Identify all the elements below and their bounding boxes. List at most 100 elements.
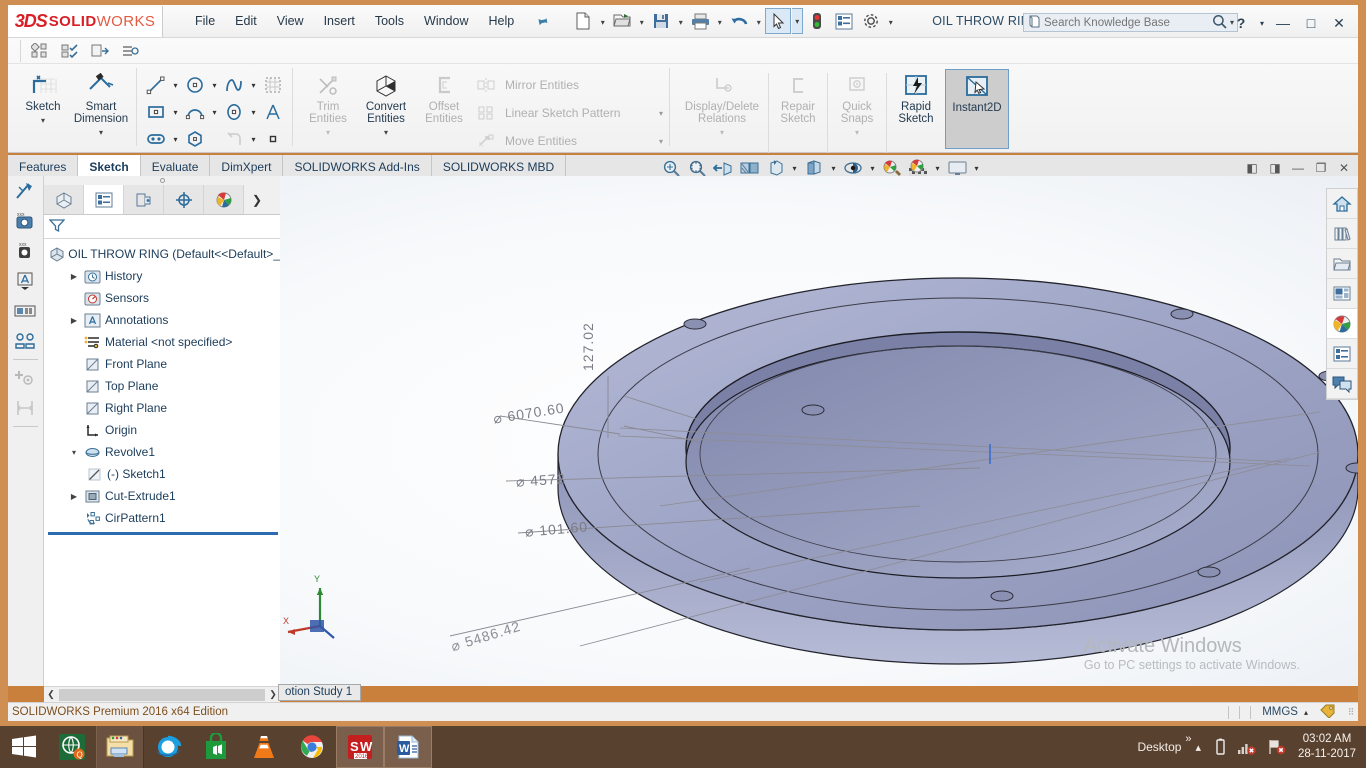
tab-evaluate[interactable]: Evaluate	[141, 155, 211, 176]
offset-entities-button[interactable]: Offset Entities	[415, 69, 473, 125]
file-properties-button[interactable]	[831, 8, 857, 34]
tab-sketch[interactable]: Sketch	[78, 155, 140, 176]
slot-icon[interactable]	[143, 127, 169, 151]
arc-dropdown[interactable]: ▾	[208, 100, 221, 124]
minimize-button[interactable]: —	[1270, 11, 1296, 35]
polygon-icon[interactable]	[182, 127, 208, 151]
rollback-bar[interactable]	[48, 532, 278, 535]
ellipse-icon[interactable]	[221, 100, 247, 124]
menu-file[interactable]: File	[185, 8, 225, 34]
previous-view-icon[interactable]	[710, 158, 736, 178]
options-button[interactable]	[858, 8, 884, 34]
cut-extrude1-expander[interactable]: ▶	[66, 492, 82, 501]
display-delete-relations-dropdown[interactable]: ▾	[720, 128, 724, 137]
smart-dimension-button[interactable]: Smart Dimension ▾	[72, 69, 130, 137]
tab-dimxpert[interactable]: DimXpert	[210, 155, 283, 176]
tree-item-material[interactable]: Material <not specified>	[48, 331, 280, 353]
apply-scene-icon[interactable]	[905, 158, 931, 178]
sketch-check-tool-icon[interactable]	[57, 40, 83, 62]
zoom-to-fit-icon[interactable]	[658, 158, 684, 178]
home-icon[interactable]	[1327, 189, 1357, 219]
restore-doc-icon[interactable]: ❐	[1311, 158, 1331, 178]
quran-app-icon[interactable]: Q	[48, 726, 96, 768]
convert-entities-dropdown[interactable]: ▾	[384, 128, 388, 137]
select-caret[interactable]: ▾	[792, 8, 803, 34]
menu-window[interactable]: Window	[414, 8, 478, 34]
measure-icon[interactable]: xxx	[8, 206, 42, 236]
tree-item-top-plane[interactable]: Top Plane	[48, 375, 280, 397]
view-settings-icon[interactable]	[944, 158, 970, 178]
rapid-sketch-button[interactable]: Rapid Sketch	[887, 69, 945, 125]
menu-help[interactable]: Help	[479, 8, 525, 34]
view-orientation-caret[interactable]: ▾	[788, 158, 801, 178]
apply-scene-caret[interactable]: ▾	[931, 158, 944, 178]
graphics-viewport[interactable]: X Y ⌀ 6070.60 127.02 ⌀ 4572 ⌀ 101.60 ⌀ 5…	[280, 176, 1358, 686]
tree-item-cut-extrude1[interactable]: ▶ Cut-Extrude1	[48, 485, 280, 507]
maximize-button[interactable]: □	[1298, 11, 1324, 35]
line-icon[interactable]	[143, 73, 169, 97]
rectangle-icon[interactable]	[143, 100, 169, 124]
display-style-icon[interactable]	[801, 158, 827, 178]
feature-tree-hscrollbar[interactable]: ❮ ❯	[44, 686, 280, 702]
circle-icon[interactable]	[182, 73, 208, 97]
scroll-thumb[interactable]	[59, 689, 265, 701]
circle-dropdown[interactable]: ▾	[208, 73, 221, 97]
linear-sketch-pattern-item[interactable]: Linear Sketch Pattern ▾	[473, 99, 663, 127]
dimxpert-manager-tab[interactable]	[164, 185, 204, 214]
appearances-scenes-icon[interactable]	[1327, 309, 1357, 339]
move-entities-dropdown[interactable]: ▾	[645, 137, 663, 146]
panel-handle[interactable]	[44, 176, 280, 185]
trim-entities-button[interactable]: Trim Entities ▾	[299, 69, 357, 137]
dimxpert-icon[interactable]	[8, 393, 42, 423]
sketch-export-tool-icon[interactable]	[87, 40, 113, 62]
custom-properties-icon[interactable]	[1327, 339, 1357, 369]
chrome-icon[interactable]	[288, 726, 336, 768]
sketch-button[interactable]: Sketch ▾	[14, 69, 72, 125]
edit-appearance-icon[interactable]	[879, 158, 905, 178]
revolve1-expander[interactable]: ▾	[66, 448, 82, 457]
text-icon[interactable]	[260, 100, 286, 124]
tree-item-cirpattern1[interactable]: CirPattern1	[48, 507, 280, 529]
tree-item-sensors[interactable]: Sensors	[48, 287, 280, 309]
resize-grip[interactable]: ⠿	[1344, 707, 1358, 718]
annotations-expander[interactable]: ▶	[66, 316, 82, 325]
units-tag-icon[interactable]	[1320, 704, 1344, 721]
close-doc-icon[interactable]: ✕	[1334, 158, 1354, 178]
sketch-button-dropdown[interactable]: ▾	[41, 116, 45, 125]
display-delete-relations-button[interactable]: Display/Delete Relations ▾	[676, 69, 768, 137]
tree-item-origin[interactable]: Origin	[48, 419, 280, 441]
fillet-icon[interactable]	[221, 127, 247, 151]
tree-item-part[interactable]: OIL THROW RING (Default<<Default>_	[48, 243, 280, 265]
menu-tools[interactable]: Tools	[365, 8, 414, 34]
design-library-icon[interactable]	[1327, 219, 1357, 249]
rectangle-dropdown[interactable]: ▾	[169, 100, 182, 124]
forum-icon[interactable]	[1327, 369, 1357, 399]
rebuild-button[interactable]	[804, 8, 830, 34]
motion-study-tab[interactable]: otion Study 1	[278, 684, 361, 701]
sketch-settings-tool-icon[interactable]	[117, 40, 143, 62]
new-document-caret[interactable]: ▾	[597, 8, 608, 34]
network-error-icon[interactable]	[1232, 738, 1262, 756]
search-knowledge-base[interactable]: ▾	[1023, 13, 1238, 32]
move-entities-item[interactable]: Move Entities ▾	[473, 127, 663, 155]
spline-icon[interactable]	[221, 73, 247, 97]
search-icon[interactable]	[1212, 14, 1227, 32]
open-document-caret[interactable]: ▾	[636, 8, 647, 34]
repair-sketch-button[interactable]: Repair Sketch	[769, 69, 827, 125]
smart-dimension-dropdown[interactable]: ▾	[99, 128, 103, 137]
instant2d-button[interactable]: Instant2D	[945, 69, 1009, 149]
file-explorer-icon[interactable]	[1327, 249, 1357, 279]
new-document-button[interactable]	[570, 8, 596, 34]
sketch-entities-tool-icon[interactable]	[27, 40, 53, 62]
menu-insert[interactable]: Insert	[314, 8, 365, 34]
solidworks-icon[interactable]: SW2016	[336, 726, 384, 768]
units-caret[interactable]: ▴	[1304, 708, 1320, 717]
section-view-icon[interactable]	[736, 158, 762, 178]
section-properties-icon[interactable]	[8, 296, 42, 326]
store-icon[interactable]	[192, 726, 240, 768]
help-caret[interactable]: ▾	[1256, 11, 1268, 35]
save-document-caret[interactable]: ▾	[675, 8, 686, 34]
spline-dropdown[interactable]: ▾	[247, 73, 260, 97]
tree-item-sketch1[interactable]: (-) Sketch1	[48, 463, 280, 485]
solidworks-logo[interactable]: 3 DS SOLID WORKS	[8, 6, 163, 37]
